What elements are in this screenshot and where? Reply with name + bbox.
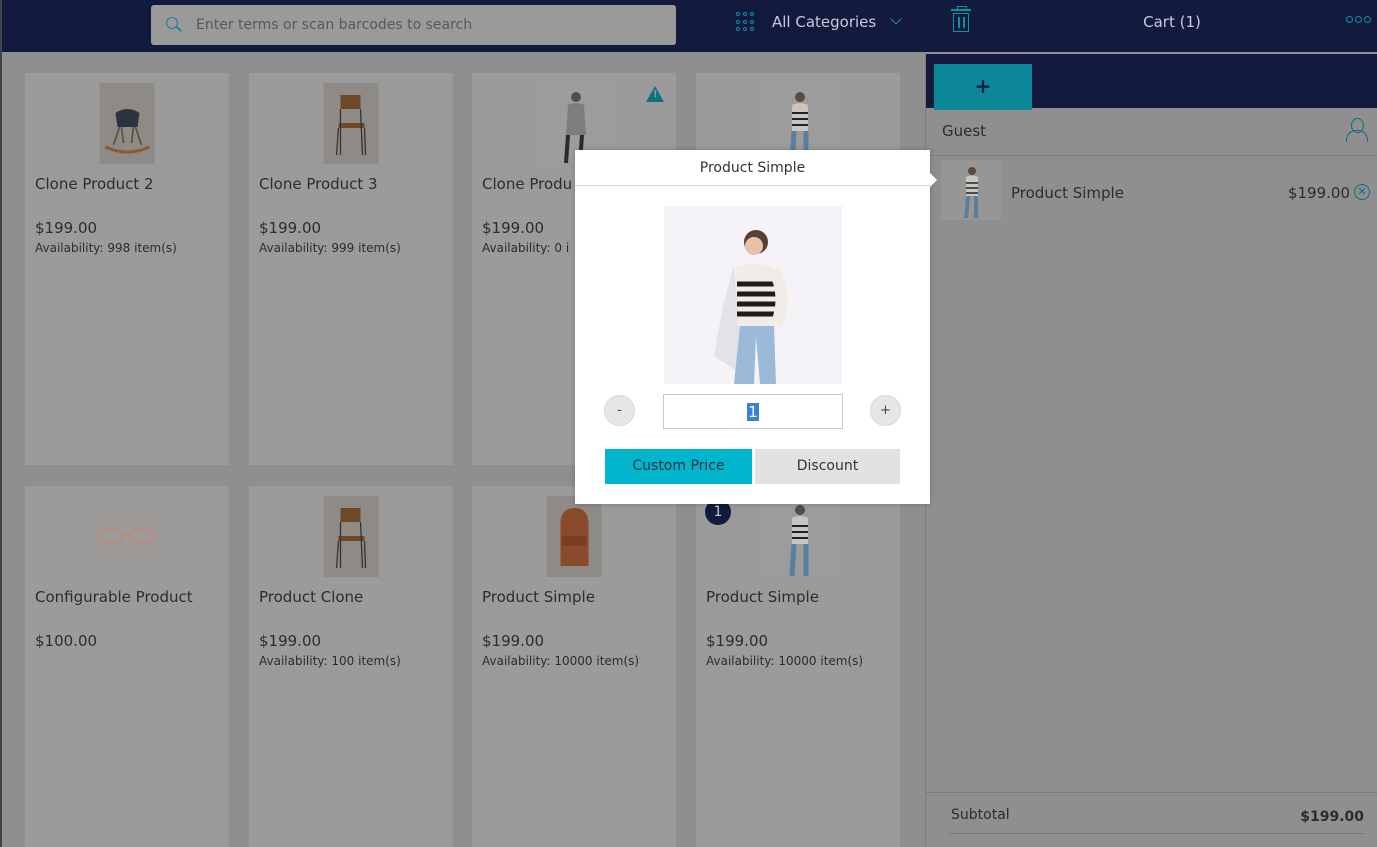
remove-icon[interactable]: ✕ bbox=[1354, 184, 1370, 200]
cart-panel: + Guest Product Simple $199.00 ✕ Subtota… bbox=[925, 52, 1377, 847]
cart-item[interactable]: Product Simple $199.00 ✕ bbox=[926, 156, 1377, 228]
product-image bbox=[758, 496, 838, 577]
category-dropdown[interactable]: All Categories bbox=[736, 10, 902, 34]
product-price: $100.00 bbox=[35, 632, 98, 650]
subtotal-label: Subtotal bbox=[951, 807, 1010, 823]
cart-item-name: Product Simple bbox=[1011, 184, 1124, 202]
grid-icon bbox=[736, 12, 756, 32]
trash-icon[interactable] bbox=[951, 6, 971, 33]
product-card[interactable]: 1 Product Simple $199.00 Availability: 1… bbox=[696, 486, 900, 847]
popup-product-image bbox=[664, 206, 842, 384]
product-price: $199.00 bbox=[35, 219, 98, 237]
user-icon[interactable] bbox=[1346, 118, 1368, 142]
product-name: Clone Product 2 bbox=[35, 175, 154, 193]
product-availability: Availability: 10000 item(s) bbox=[706, 654, 864, 668]
qty-minus-button[interactable]: - bbox=[604, 395, 635, 426]
top-bar: All Categories Cart (1) bbox=[0, 0, 1377, 52]
product-price: $199.00 bbox=[706, 632, 769, 650]
product-price: $199.00 bbox=[482, 632, 545, 650]
product-availability: Availability: 0 i bbox=[482, 241, 570, 255]
product-image bbox=[94, 504, 160, 569]
product-image bbox=[546, 496, 602, 577]
product-name: Product Simple bbox=[482, 588, 595, 606]
product-name: Clone Produ bbox=[482, 175, 573, 193]
product-card[interactable]: Clone Product 2 $199.00 Availability: 99… bbox=[25, 73, 229, 465]
qty-input[interactable]: 1 bbox=[663, 394, 843, 429]
qty-value: 1 bbox=[747, 402, 759, 421]
product-price: $199.00 bbox=[482, 219, 545, 237]
product-availability: Availability: 999 item(s) bbox=[259, 241, 401, 255]
product-name: Configurable Product bbox=[35, 588, 193, 606]
product-image bbox=[323, 83, 379, 164]
more-icon[interactable] bbox=[1346, 16, 1371, 23]
search-input[interactable] bbox=[196, 17, 656, 33]
product-image bbox=[323, 496, 379, 577]
product-name: Clone Product 3 bbox=[259, 175, 378, 193]
product-popup: Product Simple - 1 + Custom Price Discou… bbox=[575, 150, 937, 504]
cart-item-image bbox=[941, 160, 1001, 220]
customer-row[interactable]: Guest bbox=[926, 108, 1377, 156]
category-label: All Categories bbox=[772, 13, 877, 31]
product-image bbox=[99, 83, 155, 164]
product-availability: Availability: 100 item(s) bbox=[259, 654, 401, 668]
discount-button[interactable]: Discount bbox=[755, 449, 900, 484]
product-card[interactable]: Product Clone $199.00 Availability: 100 … bbox=[249, 486, 453, 847]
subtotal-value: $199.00 bbox=[1300, 809, 1364, 825]
product-name: Product Clone bbox=[259, 588, 364, 606]
cart-item-price: $199.00 bbox=[1287, 184, 1350, 202]
popup-title: Product Simple bbox=[575, 150, 930, 186]
chevron-down-icon bbox=[890, 13, 902, 25]
warning-icon bbox=[646, 86, 664, 102]
subtotal-row: Subtotal $199.00 bbox=[926, 792, 1377, 836]
product-price: $199.00 bbox=[259, 219, 322, 237]
custom-price-button[interactable]: Custom Price bbox=[605, 449, 752, 484]
cart-tabs: + bbox=[926, 54, 1377, 110]
search-box[interactable] bbox=[151, 5, 676, 45]
search-icon bbox=[166, 17, 182, 33]
product-name: Product Simple bbox=[706, 588, 819, 606]
product-card[interactable]: Product Simple $199.00 Availability: 100… bbox=[472, 486, 676, 847]
product-availability: Availability: 998 item(s) bbox=[35, 241, 177, 255]
product-price: $199.00 bbox=[259, 632, 322, 650]
product-card[interactable]: Clone Product 3 $199.00 Availability: 99… bbox=[249, 73, 453, 465]
customer-name: Guest bbox=[942, 122, 987, 140]
product-availability: Availability: 10000 item(s) bbox=[482, 654, 640, 668]
qty-plus-button[interactable]: + bbox=[870, 395, 901, 426]
cart-title: Cart (1) bbox=[1143, 13, 1201, 31]
add-cart-button[interactable]: + bbox=[934, 64, 1032, 110]
product-card[interactable]: Configurable Product $100.00 bbox=[25, 486, 229, 847]
